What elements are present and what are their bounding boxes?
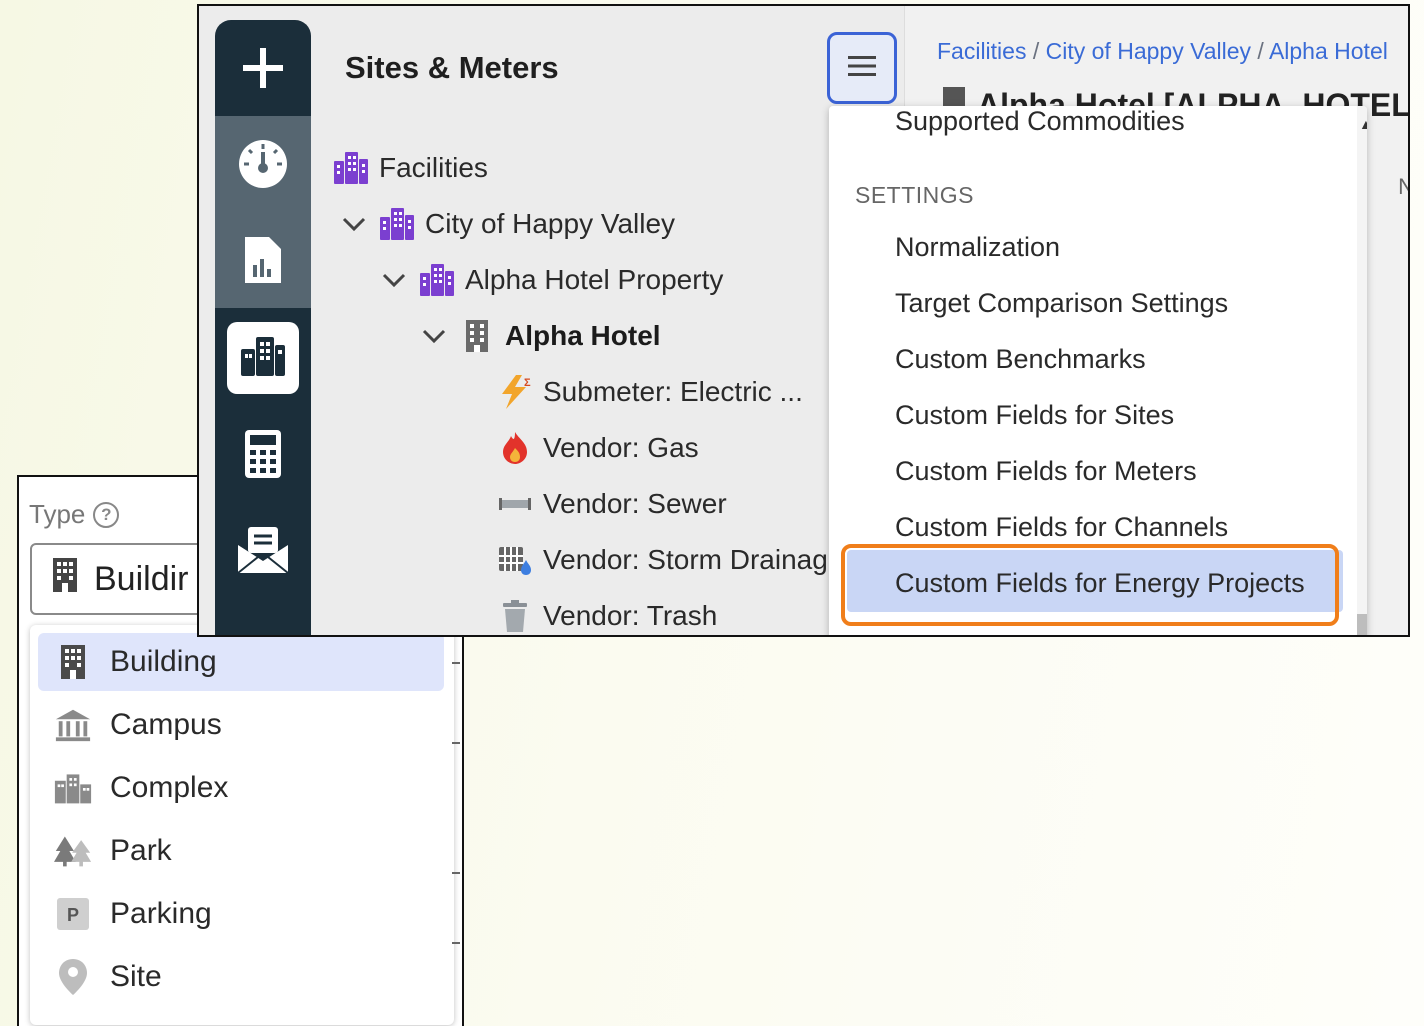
building-icon (54, 643, 92, 681)
tree-node-vendor-sewer[interactable]: Vendor: Sewer (497, 486, 727, 522)
electric-submeter-icon: Σ (497, 374, 533, 410)
svg-text:P: P (67, 905, 79, 925)
type-option-label: Site (110, 960, 162, 993)
gas-flame-icon (497, 430, 533, 466)
tree-node-label: Vendor: Sewer (543, 488, 727, 519)
tree-node-label: Vendor: Gas (543, 432, 699, 463)
facilities-icon (239, 335, 287, 382)
type-select-value: Buildir (94, 559, 189, 598)
tree-node-vendor-storm-drainage[interactable]: Vendor: Storm Drainage (497, 542, 843, 578)
site-pin-icon (54, 958, 92, 996)
tree-node-facilities[interactable]: Facilities (333, 150, 488, 186)
type-option-parking[interactable]: P Parking (38, 885, 444, 943)
type-option-label: Complex (110, 771, 229, 804)
tree-node-vendor-gas[interactable]: Vendor: Gas (497, 430, 699, 466)
facilities-icon (333, 150, 369, 186)
type-option-site[interactable]: Site (38, 948, 444, 1006)
breadcrumb-link-city[interactable]: City of Happy Valley (1046, 38, 1251, 64)
tree-node-vendor-trash[interactable]: Vendor: Trash (497, 598, 717, 634)
tree-node-alpha-hotel[interactable]: Alpha Hotel (419, 318, 661, 354)
type-option-label: Building (110, 645, 217, 678)
menu-scrollbar[interactable] (1357, 106, 1367, 635)
add-icon[interactable] (215, 20, 311, 116)
calculator-icon[interactable] (215, 406, 311, 502)
mail-icon[interactable] (215, 502, 311, 598)
menu-item-custom-fields-channels[interactable]: Custom Fields for Channels (895, 512, 1228, 543)
menu-item-normalization[interactable]: Normalization (895, 232, 1060, 263)
scrollbar-thumb[interactable] (1357, 614, 1367, 635)
type-option-campus[interactable]: Campus (38, 696, 444, 754)
type-option-building[interactable]: Building (38, 633, 444, 691)
hamburger-menu-icon (847, 54, 877, 83)
tree-node-city-of-happy-valley[interactable]: City of Happy Valley (339, 206, 675, 242)
menu-item-supported-commodities[interactable]: Supported Commodities (895, 106, 1185, 137)
facilities-icon (419, 262, 455, 298)
help-icon[interactable]: ? (93, 501, 120, 528)
dashboard-gauge-icon[interactable] (215, 116, 311, 212)
callout-highlight-box (841, 544, 1339, 626)
more-nav-icon[interactable] (215, 598, 311, 635)
tree-node-submeter-electric[interactable]: Σ Submeter: Electric ... (497, 374, 803, 410)
scroll-up-arrow-icon[interactable]: ▲ (1359, 116, 1367, 132)
background-edge-marks (452, 662, 462, 1022)
campus-icon (54, 706, 92, 744)
building-icon (459, 318, 495, 354)
tree-node-label: City of Happy Valley (425, 208, 676, 239)
complex-icon (54, 769, 92, 807)
reports-icon[interactable] (215, 212, 311, 308)
breadcrumb: Facilities / City of Happy Valley / Alph… (937, 38, 1388, 65)
type-dropdown-menu: Building Campus Complex Park P Parking S… (30, 625, 454, 1025)
tree-node-label: Vendor: Storm Drainage (543, 544, 844, 575)
facilities-icon (379, 206, 415, 242)
chevron-down-icon[interactable] (339, 209, 369, 239)
tree-node-label: Vendor: Trash (543, 600, 718, 631)
settings-dropdown-menu: Supported Commodities SETTINGS Normaliza… (829, 106, 1367, 635)
trash-icon (497, 598, 533, 634)
type-option-complex[interactable]: Complex (38, 759, 444, 817)
type-option-label: Park (110, 834, 172, 867)
menu-section-header: SETTINGS (855, 182, 975, 208)
nav-rail (215, 20, 311, 635)
breadcrumb-separator: / (1032, 38, 1040, 64)
type-option-park[interactable]: Park (38, 822, 444, 880)
menu-item-target-comparison-settings[interactable]: Target Comparison Settings (895, 288, 1228, 319)
menu-item-custom-benchmarks[interactable]: Custom Benchmarks (895, 344, 1146, 375)
menu-button[interactable] (827, 32, 897, 104)
tree-node-label: Submeter: Electric ... (543, 376, 803, 407)
panel-title: Sites & Meters (345, 50, 559, 85)
type-label-text: Type (29, 499, 86, 529)
parking-icon: P (54, 895, 92, 933)
tree-node-label: Facilities (379, 152, 488, 183)
type-option-label: Campus (110, 708, 222, 741)
tree-node-label: Alpha Hotel Property (465, 264, 724, 295)
building-icon (50, 557, 80, 602)
breadcrumb-link-alpha-hotel[interactable]: Alpha Hotel (1269, 38, 1388, 64)
type-option-label: Parking (110, 897, 212, 930)
breadcrumb-link-facilities[interactable]: Facilities (937, 38, 1026, 64)
tree-node-alpha-hotel-property[interactable]: Alpha Hotel Property (379, 262, 723, 298)
menu-item-custom-fields-meters[interactable]: Custom Fields for Meters (895, 456, 1197, 487)
svg-text:Σ: Σ (524, 377, 531, 389)
storm-drainage-icon (497, 542, 533, 578)
type-field-label: Type ? (29, 499, 120, 530)
menu-item-custom-fields-sites[interactable]: Custom Fields for Sites (895, 400, 1174, 431)
clipped-edge-text: N (1398, 174, 1408, 200)
facilities-nav-active[interactable] (227, 322, 299, 394)
park-icon (54, 832, 92, 870)
chevron-down-icon[interactable] (419, 321, 449, 351)
tree-node-label: Alpha Hotel (505, 320, 661, 351)
sewer-pipe-icon (497, 486, 533, 522)
sites-meters-panel: Sites & Meters Facilities City of Happy … (197, 4, 1410, 637)
chevron-down-icon[interactable] (379, 265, 409, 295)
breadcrumb-separator: / (1257, 38, 1264, 64)
